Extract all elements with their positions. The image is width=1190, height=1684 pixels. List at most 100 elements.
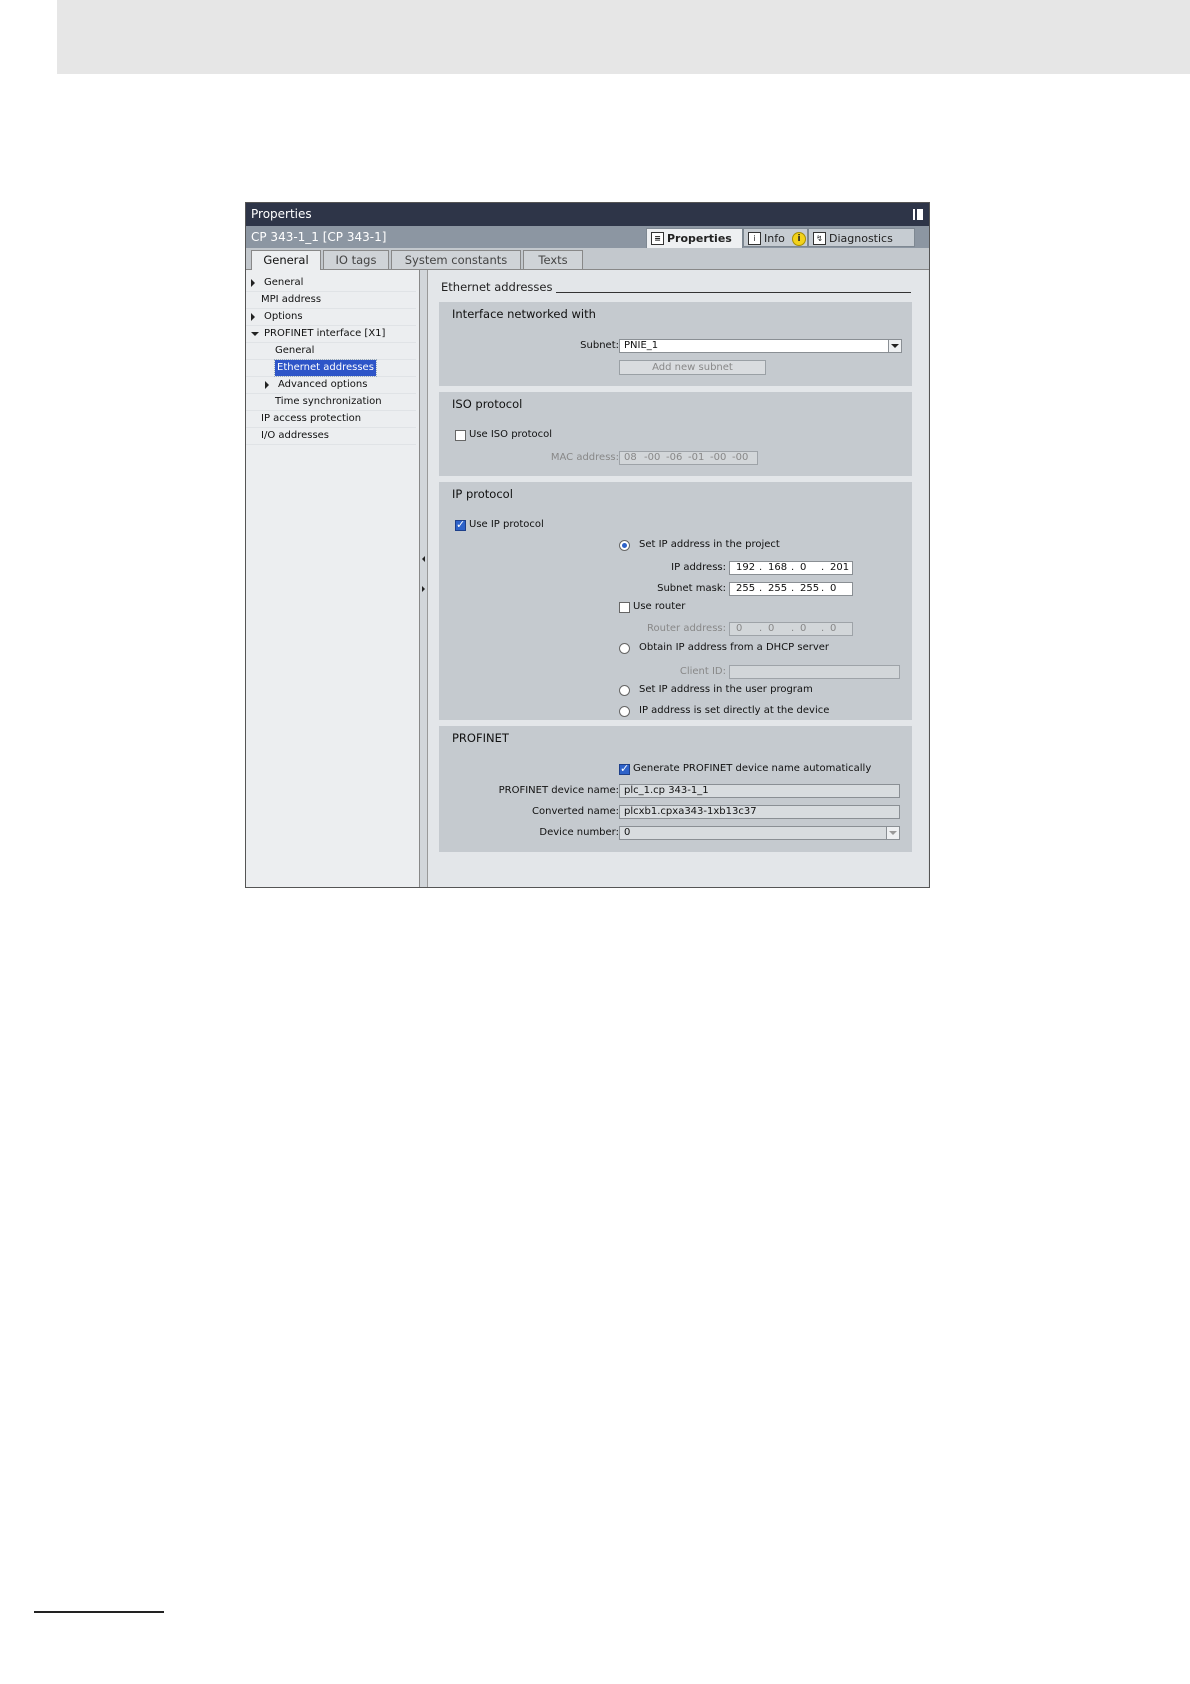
radio-set-ip-project[interactable]: [619, 540, 630, 551]
tree-item[interactable]: General: [246, 343, 416, 360]
panel-interface: Interface networked with Subnet: PNIE_1 …: [439, 302, 912, 386]
tree-item[interactable]: Time synchronization: [246, 394, 416, 411]
address-segment: .: [759, 562, 763, 573]
tree-item-label: Advanced options: [278, 379, 368, 390]
panel-title: Interface networked with: [452, 307, 596, 321]
panel-title: ISO protocol: [452, 397, 523, 411]
content-area: Ethernet addresses Interface networked w…: [428, 270, 928, 887]
pin-icon[interactable]: [913, 209, 923, 220]
tree-item-label: MPI address: [261, 294, 322, 305]
address-segment: 255: [800, 583, 820, 594]
user-program-label: Set IP address in the user program: [639, 684, 813, 695]
address-segment: 0: [800, 562, 807, 573]
tree-item-label: I/O addresses: [261, 430, 330, 441]
navigation-tree: General MPI address Options PROFINET interf…: [246, 270, 420, 887]
ip-address-label: IP address:: [671, 562, 726, 573]
router-address-field: 0. 0. 0. 0: [729, 622, 853, 636]
dhcp-label: Obtain IP address from a DHCP server: [639, 642, 830, 653]
device-number-label: Device number:: [539, 827, 619, 838]
tab-bar: General IO tags System constants Texts: [246, 248, 929, 270]
device-name-field[interactable]: plc_1.cp 343-1_1: [619, 784, 900, 798]
address-segment: 192: [736, 562, 756, 573]
tab-info[interactable]: i Info i: [743, 228, 808, 247]
router-address-label: Router address:: [647, 623, 726, 634]
diagnostics-icon: ↯: [813, 232, 826, 245]
expand-right-icon[interactable]: [422, 586, 425, 592]
window-title: Properties: [251, 207, 312, 221]
window-body: General MPI address Options PROFINET interf…: [246, 270, 929, 887]
collapsed-icon[interactable]: [265, 381, 269, 389]
subnet-mask-field[interactable]: 255. 255. 255. 0: [729, 582, 853, 596]
ip-address-field[interactable]: 192. 168. 0. 201: [729, 561, 853, 575]
tab-texts[interactable]: Texts: [523, 250, 583, 269]
address-segment: -01: [688, 452, 705, 463]
radio-user-program[interactable]: [619, 685, 630, 696]
address-segment: .: [759, 623, 763, 634]
use-iso-checkbox[interactable]: [455, 430, 466, 441]
address-segment: .: [791, 623, 795, 634]
mac-label: MAC address:: [550, 452, 619, 463]
tab-properties[interactable]: ≡ Properties: [646, 228, 743, 249]
tab-system-constants[interactable]: System constants: [391, 250, 521, 269]
tree-item[interactable]: Ethernet addresses: [246, 359, 416, 377]
tab-diagnostics[interactable]: ↯ Diagnostics: [808, 228, 915, 247]
address-segment: 0: [830, 583, 837, 594]
chevron-down-icon[interactable]: [888, 340, 901, 352]
address-segment: -00: [644, 452, 661, 463]
tree-item-label: PROFINET interface [X1]: [264, 328, 386, 339]
radio-dhcp[interactable]: [619, 643, 630, 654]
tab-io-tags[interactable]: IO tags: [323, 250, 389, 269]
object-bar: CP 343-1_1 [CP 343-1] ≡ Properties i Inf…: [246, 226, 929, 249]
add-new-subnet-button[interactable]: Add new subnet: [619, 360, 766, 375]
client-id-field: [729, 665, 900, 679]
tree-item-label: General: [275, 345, 315, 356]
converted-name-field: plcxb1.cpxa343-1xb13c37: [619, 805, 900, 819]
panel-ip: IP protocol Use IP protocol Set IP addre…: [439, 482, 912, 720]
use-ip-checkbox[interactable]: [455, 518, 466, 531]
tree-item[interactable]: General: [246, 275, 416, 292]
client-id-label: Client ID:: [679, 666, 726, 677]
tree-item-label: Options: [264, 311, 303, 322]
address-segment: 08: [624, 452, 637, 463]
address-segment: .: [821, 623, 825, 634]
section-heading: Ethernet addresses: [441, 280, 553, 294]
at-device-label: IP address is set directly at the device: [639, 705, 830, 716]
radio-at-device[interactable]: [619, 706, 630, 717]
address-segment: 0: [800, 623, 807, 634]
auto-name-label: Generate PROFINET device name automatica…: [633, 763, 872, 774]
address-segment: .: [791, 562, 795, 573]
collapsed-icon[interactable]: [251, 313, 255, 321]
footer-rule: [34, 1611, 164, 1613]
tree-item[interactable]: Advanced options: [246, 377, 416, 394]
address-segment: -00: [710, 452, 727, 463]
address-segment: -06: [666, 452, 683, 463]
tree-item[interactable]: I/O addresses: [246, 428, 416, 445]
tree-item[interactable]: Options: [246, 309, 416, 326]
warning-icon: i: [792, 232, 806, 246]
use-router-label: Use router: [633, 601, 686, 612]
subnet-select[interactable]: PNIE_1: [619, 339, 902, 353]
tree-item-label: General: [264, 277, 304, 288]
tree-item-label: Ethernet addresses: [274, 359, 377, 377]
use-router-checkbox[interactable]: [619, 602, 630, 613]
tree-item[interactable]: IP access protection: [246, 411, 416, 428]
set-ip-project-label: Set IP address in the project: [639, 539, 780, 550]
device-name-label: PROFINET device name:: [498, 785, 619, 796]
collapsed-icon[interactable]: [251, 279, 255, 287]
address-segment: 0: [736, 623, 743, 634]
tree-item[interactable]: MPI address: [246, 292, 416, 309]
tab-general[interactable]: General: [251, 250, 321, 270]
tree-item[interactable]: PROFINET interface [X1]: [246, 326, 416, 343]
expanded-icon[interactable]: [251, 332, 259, 336]
converted-name-label: Converted name:: [532, 806, 619, 817]
address-segment: 201: [830, 562, 850, 573]
auto-name-checkbox[interactable]: [619, 762, 630, 775]
collapse-left-icon[interactable]: [422, 556, 425, 562]
address-segment: .: [821, 562, 825, 573]
splitter[interactable]: [420, 270, 428, 887]
address-segment: 168: [768, 562, 788, 573]
panel-title: IP protocol: [452, 487, 513, 501]
device-number-select[interactable]: 0: [619, 826, 900, 840]
chevron-down-icon[interactable]: [886, 827, 899, 839]
panel-title: PROFINET: [452, 731, 509, 745]
